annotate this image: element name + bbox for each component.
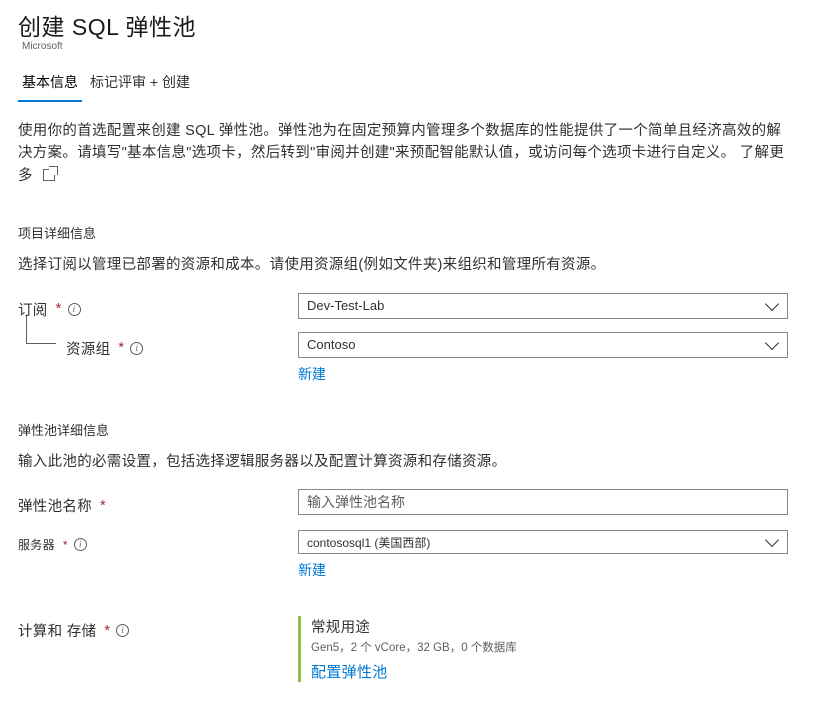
- project-section-header: 项目详细信息: [18, 223, 806, 242]
- info-icon[interactable]: i: [130, 342, 143, 355]
- compute-summary: 常规用途 Gen5，2 个 vCore，32 GB，0 个数据库 配置弹性池: [298, 616, 788, 682]
- pool-section-header: 弹性池详细信息: [18, 420, 806, 439]
- info-icon[interactable]: i: [116, 624, 129, 637]
- compute-tier: 常规用途: [311, 616, 788, 637]
- tree-connector-icon: [26, 316, 56, 344]
- info-icon[interactable]: i: [74, 538, 87, 551]
- pool-name-placeholder: 输入弹性池名称: [307, 492, 405, 512]
- pool-name-label-text: 弹性池名称: [18, 495, 92, 516]
- create-new-resource-group-link[interactable]: 新建: [298, 364, 326, 384]
- subscription-value: Dev-Test-Lab: [307, 298, 384, 313]
- required-mark: *: [56, 301, 62, 317]
- chevron-down-icon: [765, 336, 779, 350]
- project-section-desc: 选择订阅以管理已部署的资源和成本。请使用资源组(例如文件夹)来组织和管理所有资源…: [18, 254, 806, 276]
- server-label-text: 服务器: [18, 536, 55, 553]
- subscription-select[interactable]: Dev-Test-Lab: [298, 293, 788, 319]
- chevron-down-icon: [765, 533, 779, 547]
- required-mark: *: [63, 538, 68, 552]
- chevron-down-icon: [765, 297, 779, 311]
- pool-name-input[interactable]: 输入弹性池名称: [298, 489, 788, 515]
- pool-name-label: 弹性池名称 *: [18, 489, 298, 516]
- pool-section-desc: 输入此池的必需设置，包括选择逻辑服务器以及配置计算资源和存储资源。: [18, 451, 806, 473]
- server-label: 服务器 * i: [18, 530, 298, 553]
- brand-label: Microsoft: [22, 41, 806, 52]
- compute-spec: Gen5，2 个 vCore，32 GB，0 个数据库: [311, 639, 788, 655]
- create-new-server-link[interactable]: 新建: [298, 560, 326, 580]
- info-icon[interactable]: i: [68, 303, 81, 316]
- external-link-icon: [43, 169, 55, 181]
- required-mark: *: [104, 623, 110, 639]
- required-mark: *: [100, 498, 106, 514]
- page-title: 创建 SQL 弹性池: [18, 8, 806, 42]
- resource-group-label-text: 资源组: [66, 338, 110, 359]
- tab-bar: 基本信息 标记评审 + 创建: [18, 66, 806, 102]
- resource-group-value: Contoso: [307, 337, 355, 352]
- intro-body: 使用你的首选配置来创建 SQL 弹性池。弹性池为在固定预算内管理多个数据库的性能…: [18, 123, 781, 161]
- compute-storage-label: 计算和 存储 * i: [18, 614, 298, 641]
- compute-storage-label-text: 计算和 存储: [18, 620, 96, 641]
- tab-basic[interactable]: 基本信息: [18, 66, 82, 102]
- required-mark: *: [118, 340, 124, 356]
- tab-tags-review-create[interactable]: 标记评审 + 创建: [86, 66, 194, 102]
- resource-group-label: 资源组 * i: [18, 332, 298, 359]
- resource-group-select[interactable]: Contoso: [298, 332, 788, 358]
- server-select[interactable]: contososql1 (美国西部): [298, 530, 788, 554]
- intro-text: 使用你的首选配置来创建 SQL 弹性池。弹性池为在固定预算内管理多个数据库的性能…: [18, 120, 806, 187]
- server-value: contososql1 (美国西部): [307, 534, 430, 551]
- configure-pool-link[interactable]: 配置弹性池: [311, 661, 788, 682]
- subscription-label: 订阅 * i: [18, 293, 298, 320]
